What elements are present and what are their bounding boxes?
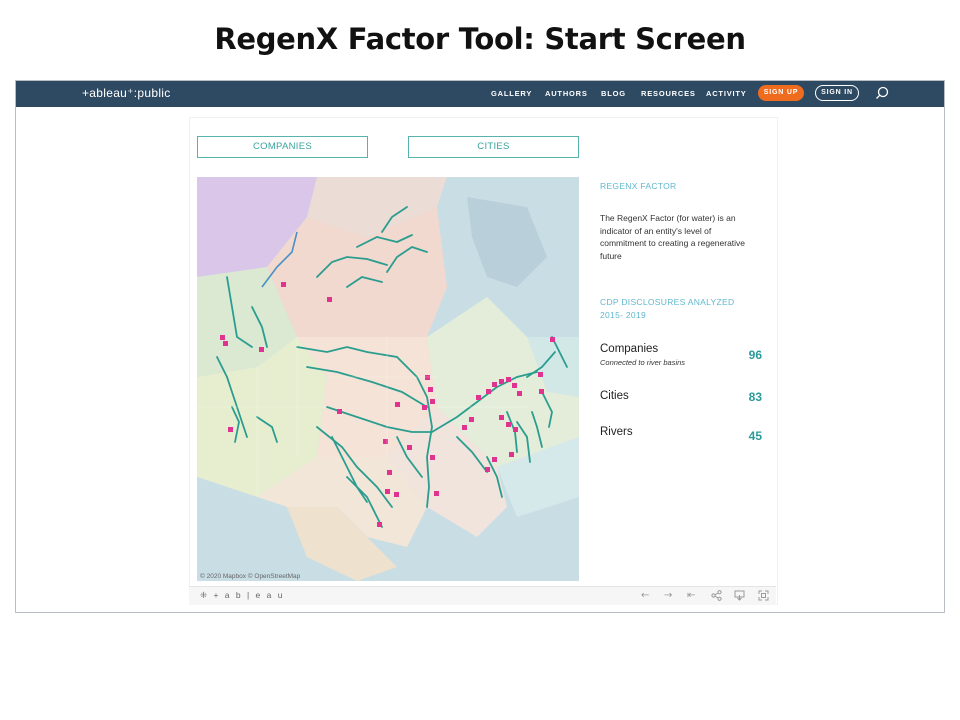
sign-in-button[interactable]: SIGN IN [815,85,859,101]
cities-label: Cities [600,390,629,402]
companies-count: 96 [748,348,762,362]
tableau-public-logo[interactable]: +ableau⁺:public [82,86,171,100]
regenx-dashboard: COMPANIES CITIES © 2020 Mapbox © OpenStr… [189,117,778,605]
fullscreen-icon[interactable] [758,590,769,605]
download-icon[interactable] [734,590,745,605]
browser-frame: +ableau⁺:public GALLERY AUTHORS BLOG RES… [15,80,945,613]
nav-gallery[interactable]: GALLERY [491,89,532,98]
undo-icon[interactable]: ← [641,590,649,602]
map-canvas [197,177,579,581]
sign-up-button[interactable]: SIGN UP [758,85,804,101]
regenx-description: The RegenX Factor (for water) is an indi… [600,213,746,261]
cities-count: 83 [748,390,762,404]
nav-authors[interactable]: AUTHORS [545,89,588,98]
map-attribution[interactable]: © 2020 Mapbox © OpenStreetMap [200,573,300,580]
revert-icon[interactable]: ⇤ [687,590,695,602]
companies-sublabel: Connected to river basins [600,358,686,367]
companies-label: Companies [600,343,659,355]
nav-resources[interactable]: RESOURCES [641,89,696,98]
tableau-toolbar-logo[interactable]: ⁜ + a b | e a u [200,590,284,601]
slide-title: RegenX Factor Tool: Start Screen [214,22,746,56]
cdp-disclosures-heading: CDP DISCLOSURES ANALYZED 2015- 2019 [600,297,735,320]
cities-button[interactable]: CITIES [408,136,579,158]
rivers-count: 45 [748,429,762,443]
river-basin-map[interactable]: © 2020 Mapbox © OpenStreetMap [197,177,579,581]
regenx-factor-heading: REGENX FACTOR [600,181,677,191]
nav-blog[interactable]: BLOG [601,89,626,98]
nav-activity[interactable]: ACTIVITY [706,89,747,98]
rivers-label: Rivers [600,426,633,438]
share-icon[interactable] [711,590,722,605]
tableau-public-navbar: +ableau⁺:public GALLERY AUTHORS BLOG RES… [16,81,944,107]
tableau-toolbar: ⁜ + a b | e a u ← → ⇤ [189,586,776,605]
companies-button[interactable]: COMPANIES [197,136,368,158]
redo-icon[interactable]: → [664,590,672,602]
search-icon[interactable] [874,85,890,101]
